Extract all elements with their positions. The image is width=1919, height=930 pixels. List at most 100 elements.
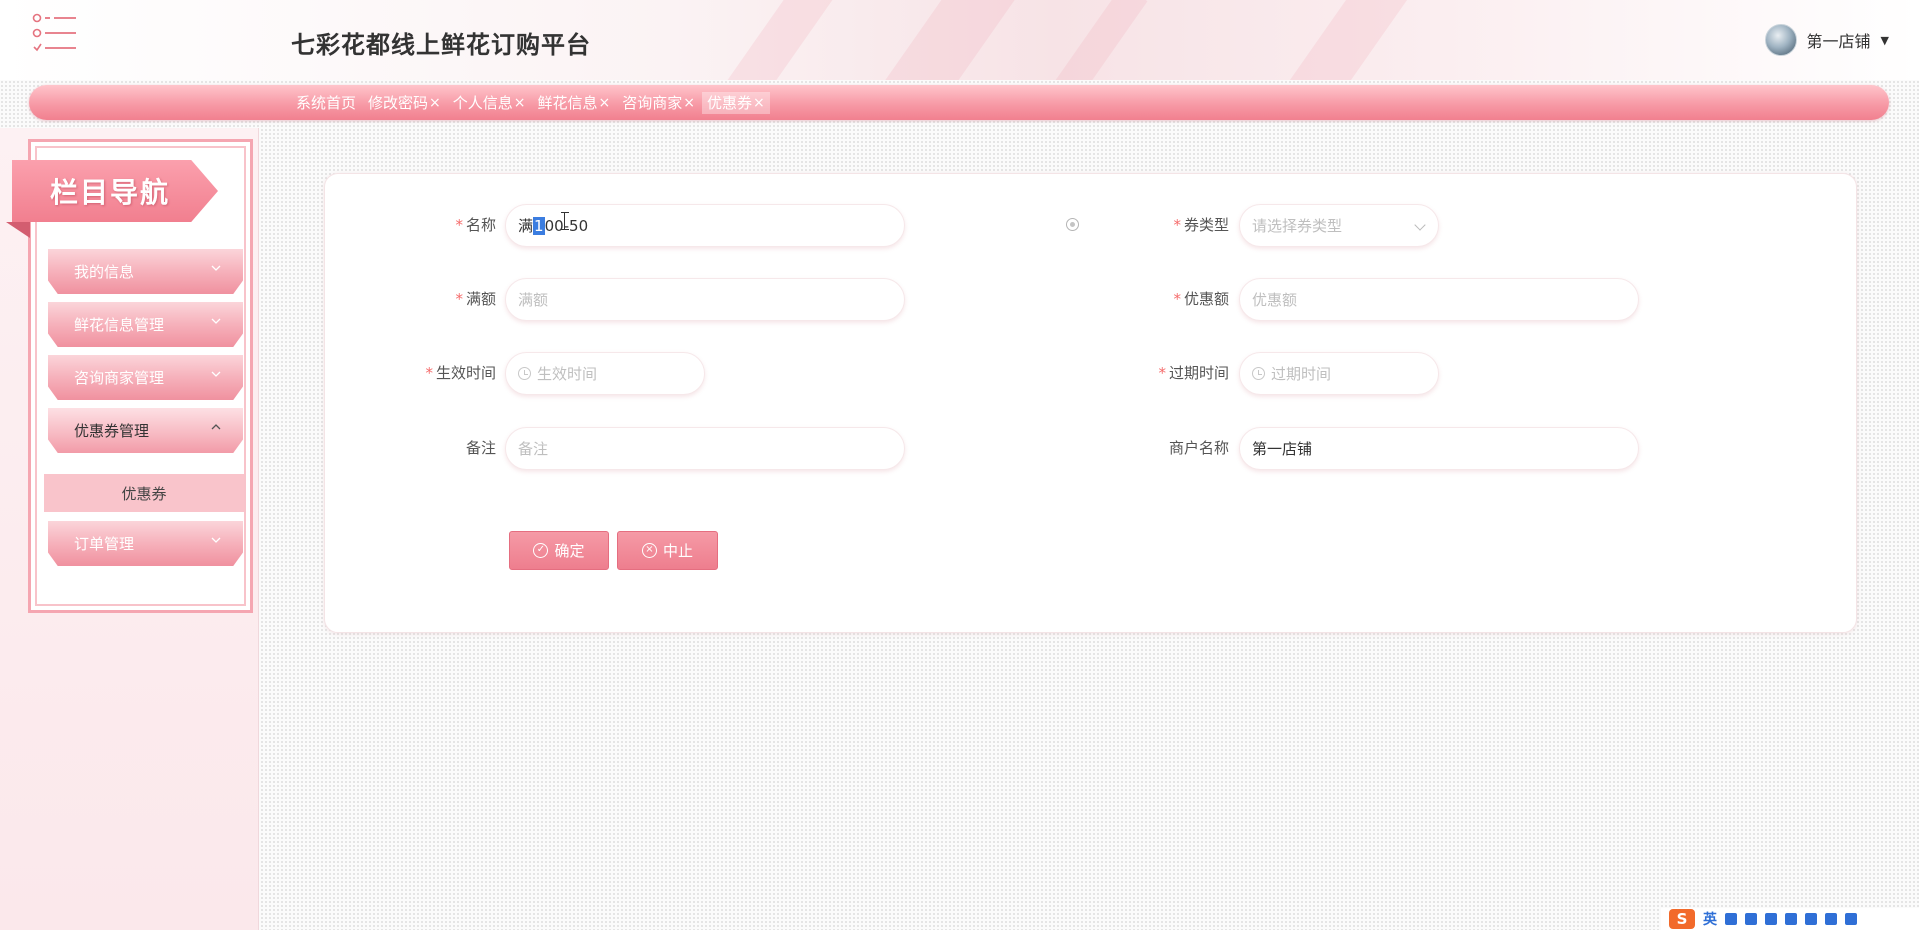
tab-label[interactable]: 系统首页 bbox=[296, 92, 356, 114]
required-mark: * bbox=[455, 290, 463, 308]
grid-icon[interactable] bbox=[1825, 913, 1837, 925]
tab-flower-info[interactable]: 鲜花信息 × bbox=[533, 92, 616, 114]
end-time-label: * 过期时间 bbox=[1109, 362, 1229, 383]
close-circle-icon: × bbox=[641, 543, 657, 558]
microphone-icon[interactable] bbox=[1745, 913, 1757, 925]
chevron-down-icon bbox=[211, 318, 221, 324]
tab-coupon[interactable]: 优惠券 × bbox=[702, 92, 770, 114]
required-mark: * bbox=[1173, 216, 1181, 234]
input-placeholder: 过期时间 bbox=[1271, 365, 1332, 383]
start-time-picker[interactable]: 生效时间 bbox=[505, 352, 705, 395]
close-icon[interactable]: × bbox=[429, 92, 441, 114]
clock-icon bbox=[1252, 367, 1265, 380]
sidebar-item-label: 我的信息 bbox=[74, 263, 135, 281]
required-mark: * bbox=[1173, 290, 1181, 308]
label-text: 商户名称 bbox=[1168, 439, 1229, 457]
header-decoration bbox=[885, 0, 1015, 80]
sidebar-item-order-management[interactable]: 订单管理 bbox=[48, 521, 243, 566]
text-cursor-icon bbox=[561, 212, 569, 230]
discount-input[interactable]: 优惠额 bbox=[1239, 278, 1639, 321]
remark-input[interactable]: 备注 bbox=[505, 427, 905, 470]
chevron-down-icon bbox=[211, 371, 221, 377]
full-amount-label: * 满额 bbox=[376, 288, 496, 309]
ime-mode[interactable]: 英 bbox=[1703, 909, 1717, 929]
input-placeholder: 生效时间 bbox=[537, 365, 598, 383]
tab-personal-info[interactable]: 个人信息 × bbox=[448, 92, 531, 114]
tab-consult-merchant[interactable]: 咨询商家 × bbox=[617, 92, 700, 114]
label-text: 满额 bbox=[465, 290, 496, 308]
tab-label[interactable]: 优惠券 bbox=[707, 92, 752, 114]
sidebar-item-label: 鲜花信息管理 bbox=[74, 316, 165, 334]
caret-down-icon[interactable]: ▼ bbox=[1881, 34, 1889, 47]
coupon-type-select[interactable]: 请选择券类型 bbox=[1239, 204, 1439, 247]
clear-icon[interactable] bbox=[1066, 218, 1079, 231]
chevron-down-icon bbox=[1414, 219, 1426, 231]
keyboard-icon[interactable] bbox=[1765, 913, 1777, 925]
input-text-prefix: 满 bbox=[518, 217, 534, 235]
tab-home[interactable]: 系统首页 bbox=[291, 92, 361, 114]
label-text: 优惠额 bbox=[1183, 290, 1229, 308]
confirm-button[interactable]: ✓ 确定 bbox=[509, 531, 609, 570]
cancel-button[interactable]: × 中止 bbox=[617, 531, 718, 570]
input-placeholder: 满额 bbox=[518, 291, 549, 309]
close-icon[interactable]: × bbox=[514, 92, 526, 114]
close-icon[interactable]: × bbox=[599, 92, 611, 114]
confirm-label: 确定 bbox=[554, 542, 585, 560]
skin-icon[interactable] bbox=[1785, 913, 1797, 925]
settings-icon[interactable] bbox=[1845, 913, 1857, 925]
input-value: 第一店铺 bbox=[1252, 440, 1313, 458]
sidebar-item-label: 咨询商家管理 bbox=[74, 369, 165, 387]
label-text: 备注 bbox=[465, 439, 496, 457]
close-icon[interactable]: × bbox=[753, 92, 765, 114]
tab-label[interactable]: 修改密码 bbox=[368, 92, 428, 114]
select-placeholder: 请选择券类型 bbox=[1252, 217, 1343, 235]
coupon-type-label: * 券类型 bbox=[1109, 214, 1229, 235]
required-mark: * bbox=[455, 216, 463, 234]
ime-logo-icon[interactable]: S bbox=[1669, 909, 1695, 929]
top-header bbox=[0, 0, 1919, 80]
tab-label[interactable]: 鲜花信息 bbox=[538, 92, 598, 114]
discount-label: * 优惠额 bbox=[1109, 288, 1229, 309]
header-decoration bbox=[717, 0, 843, 80]
input-placeholder: 备注 bbox=[518, 440, 549, 458]
clock-icon bbox=[518, 367, 531, 380]
label-text: 生效时间 bbox=[435, 364, 496, 382]
end-time-picker[interactable]: 过期时间 bbox=[1239, 352, 1439, 395]
merchant-input[interactable]: 第一店铺 bbox=[1239, 427, 1639, 470]
sidebar-item-my-info[interactable]: 我的信息 bbox=[48, 249, 243, 294]
sidebar-subitem-coupon[interactable]: 优惠券 bbox=[44, 474, 244, 512]
user-menu[interactable]: 第一店铺 ▼ bbox=[1764, 24, 1889, 56]
menu-toggle-icon[interactable] bbox=[32, 13, 78, 53]
start-time-label: * 生效时间 bbox=[376, 362, 496, 383]
required-mark: * bbox=[1158, 364, 1166, 382]
tab-label[interactable]: 咨询商家 bbox=[622, 92, 682, 114]
header-decoration bbox=[1281, 0, 1409, 80]
full-amount-input[interactable]: 满额 bbox=[505, 278, 905, 321]
chevron-down-icon bbox=[211, 537, 221, 543]
sidebar-banner: 栏目导航 bbox=[12, 160, 218, 222]
label-text: 名称 bbox=[465, 216, 496, 234]
cancel-label: 中止 bbox=[662, 542, 693, 560]
header-decoration bbox=[1042, 0, 1148, 80]
sidebar-subitem-label: 优惠券 bbox=[121, 484, 167, 503]
sidebar-item-label: 优惠券管理 bbox=[74, 422, 150, 440]
sidebar-item-coupon-management[interactable]: 优惠券管理 bbox=[48, 408, 243, 453]
user-name[interactable]: 第一店铺 bbox=[1807, 28, 1871, 52]
tab-list: 系统首页 修改密码 × 个人信息 × 鲜花信息 × 咨询商家 × 优惠券 × bbox=[291, 92, 770, 114]
close-icon[interactable]: × bbox=[683, 92, 695, 114]
ime-toolbar: S 英 bbox=[1661, 908, 1919, 930]
sidebar-item-consult-management[interactable]: 咨询商家管理 bbox=[48, 355, 243, 400]
punctuation-icon[interactable] bbox=[1725, 913, 1737, 925]
input-text-suffix: 00-50 bbox=[544, 216, 589, 235]
tab-label[interactable]: 个人信息 bbox=[453, 92, 513, 114]
selected-text: 1 bbox=[533, 216, 545, 235]
required-mark: * bbox=[425, 364, 433, 382]
merchant-label: 商户名称 bbox=[1109, 437, 1229, 458]
app-title: 七彩花都线上鲜花订购平台 bbox=[291, 31, 591, 59]
avatar[interactable] bbox=[1764, 24, 1797, 56]
robot-icon[interactable] bbox=[1805, 913, 1817, 925]
sidebar-item-flower-management[interactable]: 鲜花信息管理 bbox=[48, 302, 243, 347]
input-placeholder: 优惠额 bbox=[1252, 291, 1298, 309]
tab-change-password[interactable]: 修改密码 × bbox=[363, 92, 446, 114]
name-label: * 名称 bbox=[376, 214, 496, 235]
